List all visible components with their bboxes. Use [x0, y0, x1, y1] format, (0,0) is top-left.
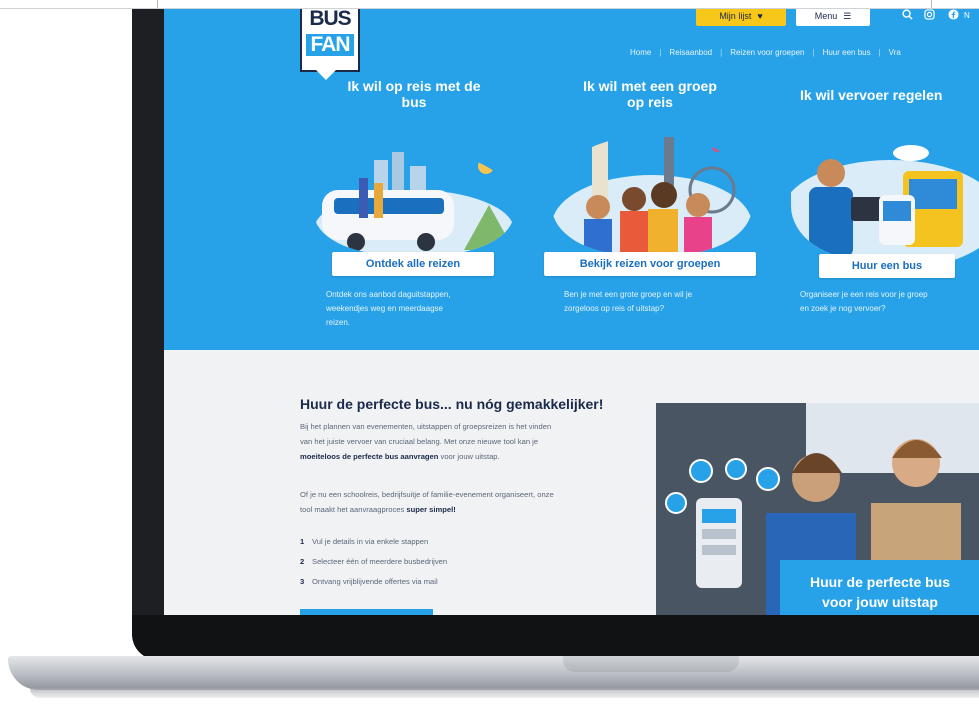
step-item: 1 Vul je details in via enkele stappen	[300, 537, 428, 546]
bus-illustration	[314, 150, 514, 255]
promo-p2-bold: super simpel!	[406, 505, 456, 514]
photo-caption-line1: Huur de perfecte bus	[809, 574, 951, 590]
nav-item-vragen[interactable]: Vra	[889, 48, 901, 57]
col1-desc-line2: weekendjes weg en meerdaagse	[326, 304, 443, 313]
wishlist-label: Mijn lijst	[719, 11, 752, 21]
col1-desc-line3: reizen.	[326, 318, 351, 327]
col2-title: Ik wil met een groep op reis	[550, 78, 750, 110]
photo-caption: Huur de perfecte bus voor jouw uitstap	[780, 560, 979, 615]
col3-desc-line2: en zoek je nog vervoer?	[800, 304, 886, 313]
col2-title-line1: Ik wil met een groep	[583, 78, 717, 94]
nav-item-reisaanbod[interactable]: Reisaanbod	[669, 48, 712, 57]
nav-separator: |	[659, 48, 662, 57]
step-number: 2	[300, 557, 305, 566]
col3-desc-line1: Organiseer je een reis voor je groep	[800, 290, 928, 299]
laptop-base	[8, 656, 979, 690]
search-icon[interactable]	[902, 9, 913, 23]
logo-text-fan: FAN	[306, 34, 354, 56]
promo-p1-line2: van het juiste vervoer van cruciaal bela…	[300, 437, 539, 446]
nav-item-huur[interactable]: Huur een bus	[823, 48, 871, 57]
step-item: 2 Selecteer één of meerdere busbedrijven	[300, 557, 447, 566]
col2-description: Ben je met een grote groep en wil je zor…	[564, 288, 754, 316]
step-text: Vul je details in via enkele stappen	[312, 537, 429, 546]
col1-title-line2: bus	[401, 94, 427, 110]
col3-title: Ik wil vervoer regelen	[800, 87, 943, 103]
col2-title-line2: op reis	[627, 94, 673, 110]
laptop-base-shadow	[30, 688, 979, 698]
group-trips-button[interactable]: Bekijk reizen voor groepen	[544, 252, 756, 276]
promo-p1-rest: voor jouw uitstap.	[438, 452, 500, 461]
group-travel-illustration	[552, 135, 752, 255]
nav-separator: |	[878, 48, 881, 57]
hamburger-icon: ☰	[843, 10, 852, 21]
discover-trips-button[interactable]: Ontdek alle reizen	[332, 252, 494, 276]
col1-desc-line1: Ontdek ons aanbod daguitstappen,	[326, 290, 451, 299]
step-number: 1	[300, 537, 305, 546]
divider	[931, 0, 932, 8]
hero-section: BUS FAN Mijn lijst ♥ Menu ☰ N Home | Rei…	[164, 0, 979, 350]
header-cut-text: N	[964, 11, 970, 20]
step-text: Ontvang vrijblijvende offertes via mail	[312, 577, 438, 586]
col1-title: Ik wil op reis met de bus	[314, 78, 514, 110]
laptop-notch	[563, 656, 739, 672]
menu-label: Menu	[814, 11, 838, 21]
main-nav: Home | Reisaanbod | Reizen voor groepen …	[630, 48, 901, 57]
step-number: 3	[300, 577, 305, 586]
promo-title: Huur de perfecte bus... nu nóg gemakkeli…	[300, 396, 604, 412]
request-bus-button[interactable]	[300, 609, 433, 615]
nav-item-home[interactable]: Home	[630, 48, 651, 57]
promo-paragraph-2: Of je nu een schoolreis, bedrijfsuitje o…	[300, 487, 645, 517]
col3-description: Organiseer je een reis voor je groep en …	[800, 288, 979, 316]
step-text: Selecteer één of meerdere busbedrijven	[312, 557, 448, 566]
photo-caption-line2: voor jouw uitstap	[822, 594, 938, 610]
facebook-icon[interactable]	[948, 9, 959, 23]
promo-p2-line2: tool maakt het aanvraagproces super simp…	[300, 502, 645, 517]
promo-p1-line1: Bij het plannen van evenementen, uitstap…	[300, 422, 552, 431]
col2-desc-line1: Ben je met een grote groep en wil je	[564, 290, 693, 299]
busfan-logo[interactable]: BUS FAN	[300, 2, 360, 72]
wishlist-button[interactable]: Mijn lijst ♥	[696, 6, 786, 26]
rent-bus-button[interactable]: Huur een bus	[819, 254, 955, 278]
col1-description: Ontdek ons aanbod daguitstappen, weekend…	[326, 288, 506, 330]
instagram-icon[interactable]	[924, 9, 935, 23]
promo-p1-line3: moeiteloos de perfecte bus aanvragen voo…	[300, 449, 645, 464]
nav-separator: |	[720, 48, 723, 57]
promo-p2-line1: Of je nu een schoolreis, bedrijfsuitje o…	[300, 490, 554, 499]
col2-desc-line2: zorgeloos op reis of uitstap?	[564, 304, 665, 313]
heart-icon: ♥	[757, 11, 763, 21]
logo-text-bus: BUS	[309, 7, 351, 30]
bus-rental-illustration	[791, 125, 979, 260]
nav-separator: |	[812, 48, 815, 57]
divider	[157, 0, 158, 8]
promo-p2-text: tool maakt het aanvraagproces	[300, 505, 407, 514]
step-item: 3 Ontvang vrijblijvende offertes via mail	[300, 577, 438, 586]
menu-button[interactable]: Menu ☰	[796, 6, 870, 26]
laptop-screen: BUS FAN Mijn lijst ♥ Menu ☰ N Home | Rei…	[164, 0, 979, 615]
promo-p1-bold: moeiteloos de perfecte bus aanvragen	[300, 452, 439, 461]
nav-item-groepen[interactable]: Reizen voor groepen	[730, 48, 804, 57]
promo-paragraph-1: Bij het plannen van evenementen, uitstap…	[300, 419, 645, 464]
browser-top-strip	[0, 0, 979, 9]
laptop-bezel-bottom	[132, 615, 979, 660]
col1-title-line1: Ik wil op reis met de	[347, 78, 481, 94]
